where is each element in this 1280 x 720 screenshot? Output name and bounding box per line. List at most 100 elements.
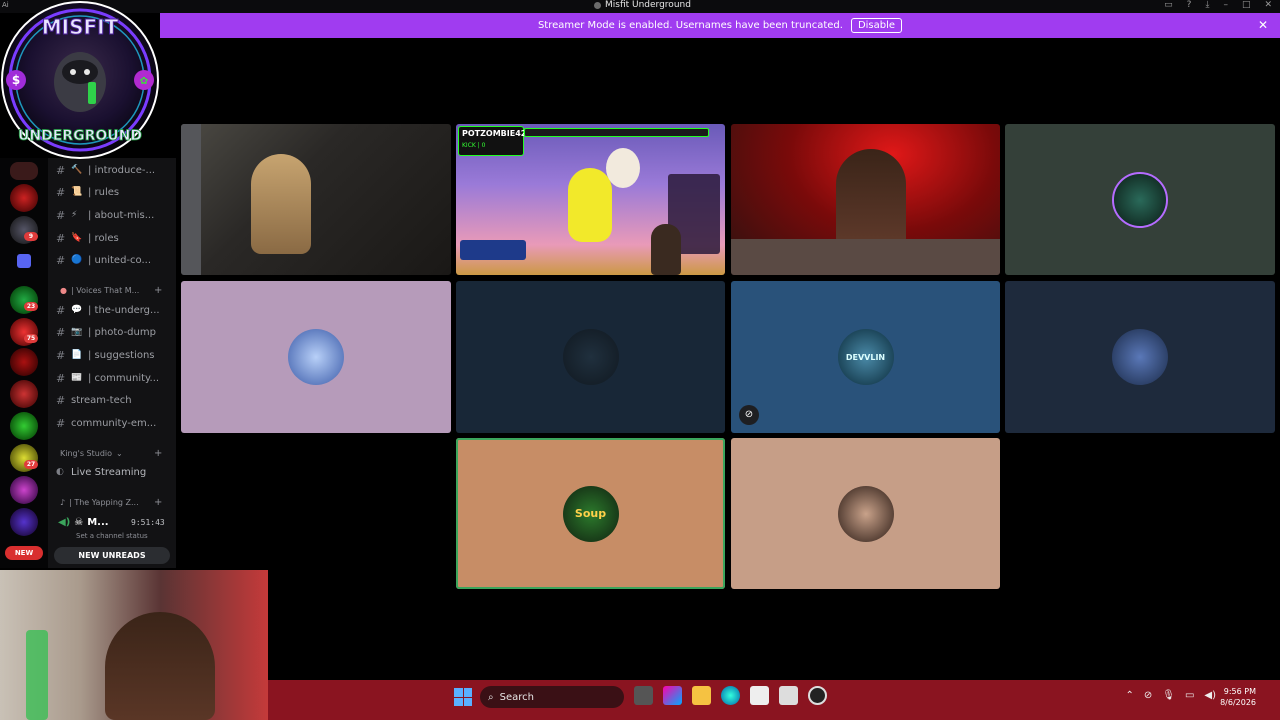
hash-icon: # <box>56 371 66 385</box>
server-icon[interactable] <box>10 162 38 180</box>
mic-icon[interactable]: 🎙 <box>1162 690 1175 701</box>
hash-icon: # <box>56 303 66 317</box>
category-label: | Voices That M... <box>70 286 140 295</box>
category-label: | The Yapping Z... <box>69 498 139 507</box>
server-icon[interactable] <box>10 508 38 536</box>
logo-bottom-text: UNDERGROUND <box>18 128 142 144</box>
video-tile-camera[interactable] <box>731 124 1000 275</box>
channel-live-streaming[interactable]: ◐ Live Streaming <box>56 462 172 482</box>
new-unreads-button[interactable]: NEW UNREADS <box>54 547 170 564</box>
chevron-up-icon[interactable]: ⌃ <box>1125 690 1133 701</box>
participant-tile[interactable] <box>181 281 451 433</box>
taskbar-clock[interactable]: 9:56 PM 8/6/2026 <box>1220 686 1256 708</box>
discord-window: Ai Misfit Underground ▭ ? ⤓ – □ ✕ Stream… <box>0 0 1280 720</box>
streamer-facecam <box>0 570 268 720</box>
search-placeholder: Search <box>499 691 534 703</box>
video-tile-stream[interactable]: POTZOMBIE420 KICK | 0 <box>456 124 725 275</box>
task-view-icon[interactable] <box>634 686 653 705</box>
server-icon[interactable] <box>10 184 38 212</box>
avatar <box>837 485 894 542</box>
person-figure <box>105 612 215 720</box>
title-bar: Ai Misfit Underground ▭ ? ⤓ – □ ✕ <box>0 0 1280 13</box>
svg-text:$: $ <box>12 73 20 87</box>
participant-tile[interactable] <box>1005 281 1275 433</box>
participant-tile[interactable] <box>1005 124 1275 275</box>
inbox-icon[interactable]: ▭ <box>1164 0 1173 10</box>
channel-item[interactable]: # 🔵 | united-co... <box>56 250 172 270</box>
server-icon[interactable] <box>10 348 38 376</box>
display-icon[interactable]: ▭ <box>1185 690 1194 701</box>
channel-item[interactable]: # stream-tech <box>56 390 172 410</box>
channel-emoji: 🔵 <box>71 255 83 265</box>
video-tile-camera[interactable] <box>181 124 451 275</box>
add-channel-icon[interactable]: + <box>154 285 162 296</box>
channel-list: # 🔨 | introduce-... # 📜 | rules # ⚡ | ab… <box>48 158 176 568</box>
channel-emoji: ⚡ <box>71 210 78 220</box>
close-window-button[interactable]: ✕ <box>1264 0 1272 10</box>
participant-tile[interactable] <box>456 281 725 433</box>
download-icon[interactable]: ⤓ <box>1205 0 1209 10</box>
channel-item[interactable]: # 📰 | community... <box>56 368 172 388</box>
store-icon[interactable] <box>750 686 769 705</box>
network-off-icon[interactable]: ⊘ <box>1144 690 1152 701</box>
channel-item[interactable]: # 🔖 | roles <box>56 228 172 248</box>
add-channel-icon[interactable]: + <box>154 497 162 508</box>
hash-icon: # <box>56 163 66 177</box>
channel-item[interactable]: # 📷 | photo-dump <box>56 322 172 342</box>
channel-emoji: 📄 <box>71 350 83 360</box>
help-icon[interactable]: ? <box>1187 0 1192 10</box>
window-title-text: Misfit Underground <box>605 0 691 10</box>
channel-item[interactable]: # ⚡ | about-mis... <box>56 205 172 225</box>
participant-tile[interactable] <box>731 438 1000 589</box>
streamer-mode-banner: Streamer Mode is enabled. Usernames have… <box>160 13 1280 38</box>
hash-icon: # <box>56 208 66 222</box>
avatar-label: DEVVLIN <box>845 352 886 362</box>
channel-label: | community... <box>88 372 160 384</box>
channel-item[interactable]: # community-em... <box>56 413 172 433</box>
server-icon[interactable] <box>10 380 38 408</box>
volume-icon[interactable]: ◀) <box>1204 690 1216 701</box>
minimize-button[interactable]: – <box>1223 0 1228 10</box>
channel-item[interactable]: # 📄 | suggestions <box>56 345 172 365</box>
channel-label: | about-mis... <box>88 209 155 221</box>
avatar <box>1112 329 1168 385</box>
unread-badge: 75 <box>24 334 38 343</box>
channel-label: | roles <box>88 232 119 244</box>
disable-button[interactable]: Disable <box>850 18 903 33</box>
channel-label: | the-underg... <box>88 304 160 316</box>
new-badge[interactable]: NEW <box>5 546 43 560</box>
taskbar-search[interactable]: ⌕ Search <box>480 686 624 708</box>
voice-timer: 9:51:43 <box>131 518 165 527</box>
category-voices[interactable]: ● | Voices That M... + <box>60 285 162 296</box>
channel-label: community-em... <box>71 417 157 429</box>
fame-pass-card <box>460 240 526 260</box>
hash-icon: # <box>56 348 66 362</box>
voice-username: M... <box>87 517 109 528</box>
maximize-button[interactable]: □ <box>1242 0 1251 10</box>
category-yapping[interactable]: ♪ | The Yapping Z... + <box>60 497 162 508</box>
hash-icon: # <box>56 185 66 199</box>
close-banner-icon[interactable]: ✕ <box>1258 18 1268 32</box>
obs-icon[interactable] <box>808 686 827 705</box>
copilot-icon[interactable] <box>663 686 682 705</box>
voice-user-row[interactable]: ◀) ☠ M... 9:51:43 Set a channel status <box>54 514 172 544</box>
participant-tile-speaking[interactable]: Soup <box>456 438 725 589</box>
add-channel-icon[interactable]: + <box>154 448 162 459</box>
channel-emoji: 🔖 <box>71 233 83 243</box>
server-icon[interactable] <box>10 412 38 440</box>
channel-label: | introduce-... <box>88 164 156 176</box>
folder-icon[interactable] <box>17 254 31 268</box>
category-kings-studio[interactable]: King's Studio ⌄ + <box>60 448 162 459</box>
participant-tile[interactable]: DEVVLIN ⊘ <box>731 281 1000 433</box>
channel-item[interactable]: # 📜 | rules <box>56 182 172 202</box>
server-icon[interactable] <box>10 476 38 504</box>
streamer-sub: KICK | 0 <box>462 142 486 149</box>
hash-icon: # <box>56 253 66 267</box>
file-explorer-icon[interactable] <box>692 686 711 705</box>
start-button[interactable] <box>454 688 472 706</box>
channel-item[interactable]: # 💬 | the-underg... <box>56 300 172 320</box>
channel-status[interactable]: Set a channel status <box>76 532 148 540</box>
edge-icon[interactable] <box>721 686 740 705</box>
channel-item[interactable]: # 🔨 | introduce-... <box>56 160 172 180</box>
notepad-icon[interactable] <box>779 686 798 705</box>
